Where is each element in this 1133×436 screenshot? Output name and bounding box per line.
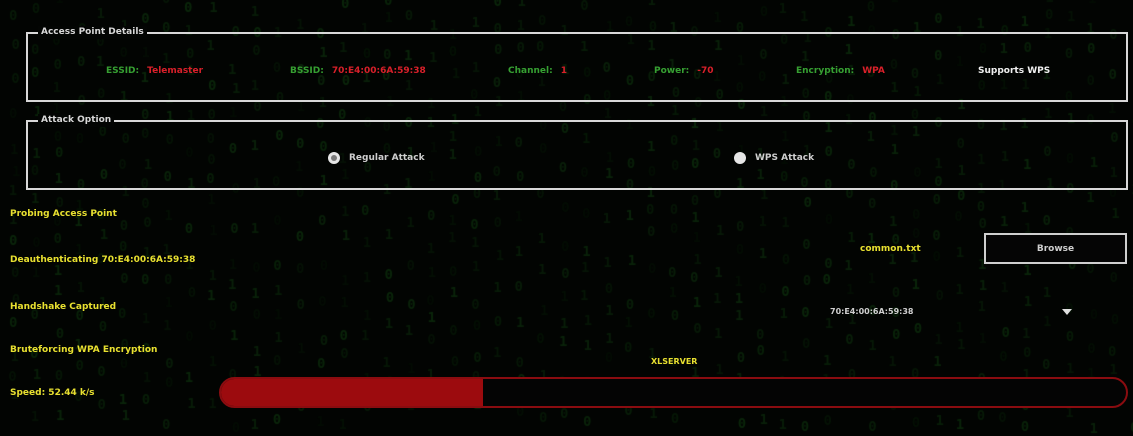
bssid-value: 70:E4:00:6A:59:38 <box>331 66 426 76</box>
bssid-field: BSSID: 70:E4:00:6A:59:38 <box>290 66 426 76</box>
channel-field: Channel: 1 <box>508 66 567 76</box>
access-point-details-group: Access Point Details ESSID: Telemaster BS… <box>26 26 1128 102</box>
encryption-value: WPA <box>862 66 885 76</box>
target-mac-value: 70:E4:00:6A:59:38 <box>830 307 914 316</box>
wps-attack-radio[interactable]: WPS Attack <box>734 152 814 164</box>
power-label: Power: <box>654 66 690 76</box>
wps-support-label: Supports WPS <box>978 66 1051 76</box>
browse-button[interactable]: Browse <box>984 233 1127 264</box>
wps-attack-radio-indicator[interactable] <box>734 152 746 164</box>
essid-value: Telemaster <box>147 66 204 76</box>
channel-label: Channel: <box>508 66 553 76</box>
speed-readout: Speed: 52.44 k/s <box>10 388 95 398</box>
regular-attack-radio[interactable]: Regular Attack <box>328 152 425 164</box>
app-window: Access Point Details ESSID: Telemaster BS… <box>0 0 1133 436</box>
power-value: -70 <box>697 66 714 76</box>
channel-value: 1 <box>560 66 567 76</box>
wordlist-filename: common.txt <box>860 244 921 254</box>
chevron-down-icon[interactable] <box>1062 309 1072 315</box>
status-deauth: Deauthenticating 70:E4:00:6A:59:38 <box>10 255 196 265</box>
access-point-details-title: Access Point Details <box>38 26 147 39</box>
encryption-field: Encryption: WPA <box>796 66 885 76</box>
power-field: Power: -70 <box>654 66 714 76</box>
bruteforce-progress-bar <box>219 377 1128 408</box>
bruteforce-progress-fill <box>221 379 484 406</box>
target-mac-select[interactable]: 70:E4:00:6A:59:38 <box>830 303 1075 321</box>
bssid-label: BSSID: <box>290 66 324 76</box>
regular-attack-label: Regular Attack <box>349 153 425 163</box>
status-bruteforce: Bruteforcing WPA Encryption <box>10 345 158 355</box>
server-name-label: XLSERVER <box>651 357 698 366</box>
regular-attack-radio-indicator[interactable] <box>328 152 340 164</box>
wps-attack-label: WPS Attack <box>755 153 815 163</box>
encryption-label: Encryption: <box>796 66 855 76</box>
status-handshake: Handshake Captured <box>10 302 117 312</box>
essid-label: ESSID: <box>106 66 140 76</box>
essid-field: ESSID: Telemaster <box>106 66 203 76</box>
status-probing: Probing Access Point <box>10 209 117 219</box>
attack-option-group: Attack Option Regular Attack WPS Attack <box>26 114 1128 190</box>
attack-option-title: Attack Option <box>38 114 115 127</box>
